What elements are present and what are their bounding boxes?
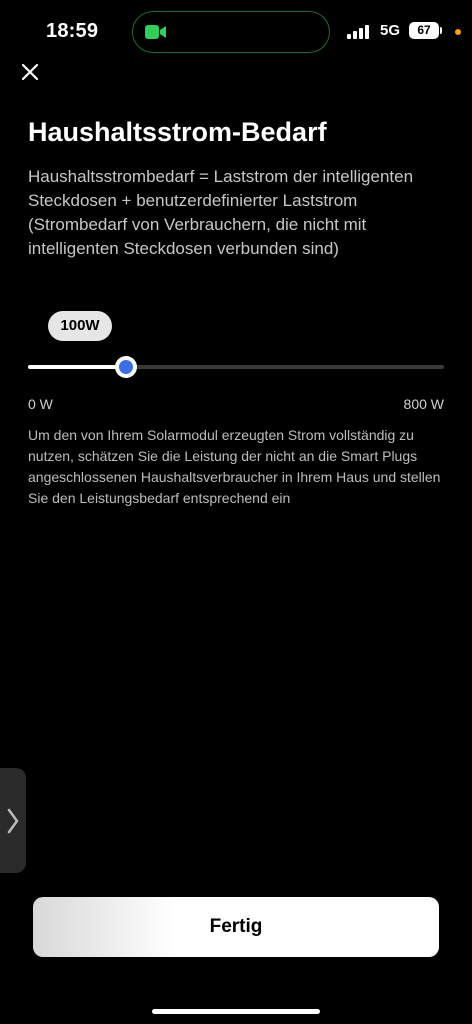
side-panel-handle[interactable] bbox=[0, 768, 26, 873]
slider-fill bbox=[28, 365, 126, 369]
privacy-indicator bbox=[455, 29, 461, 35]
slider-max-label: 800 W bbox=[403, 396, 444, 412]
battery-icon: 67 bbox=[409, 22, 439, 39]
battery-tip bbox=[440, 27, 442, 34]
close-icon[interactable] bbox=[16, 58, 44, 86]
info-text: Um den von Ihrem Solarmodul erzeugten St… bbox=[28, 427, 441, 506]
network-type: 5G bbox=[380, 22, 401, 39]
dynamic-island bbox=[132, 11, 330, 53]
slider-value-badge: 100W bbox=[48, 311, 112, 341]
power-demand-slider[interactable] bbox=[28, 356, 444, 378]
status-bar: 18:59 5G 67 bbox=[0, 0, 472, 64]
signal-icon bbox=[347, 25, 369, 39]
home-indicator[interactable] bbox=[152, 1009, 320, 1014]
slider-min-label: 0 W bbox=[28, 396, 53, 412]
chevron-right-icon bbox=[7, 808, 19, 834]
description-text: Haushaltsstrombedarf = Laststrom der int… bbox=[28, 167, 414, 258]
done-button[interactable]: Fertig bbox=[33, 897, 439, 957]
slider-thumb[interactable] bbox=[114, 356, 137, 378]
page-title: Haushaltsstrom-Bedarf bbox=[28, 117, 327, 147]
status-time: 18:59 bbox=[46, 20, 99, 42]
facetime-camera-icon bbox=[145, 25, 166, 39]
